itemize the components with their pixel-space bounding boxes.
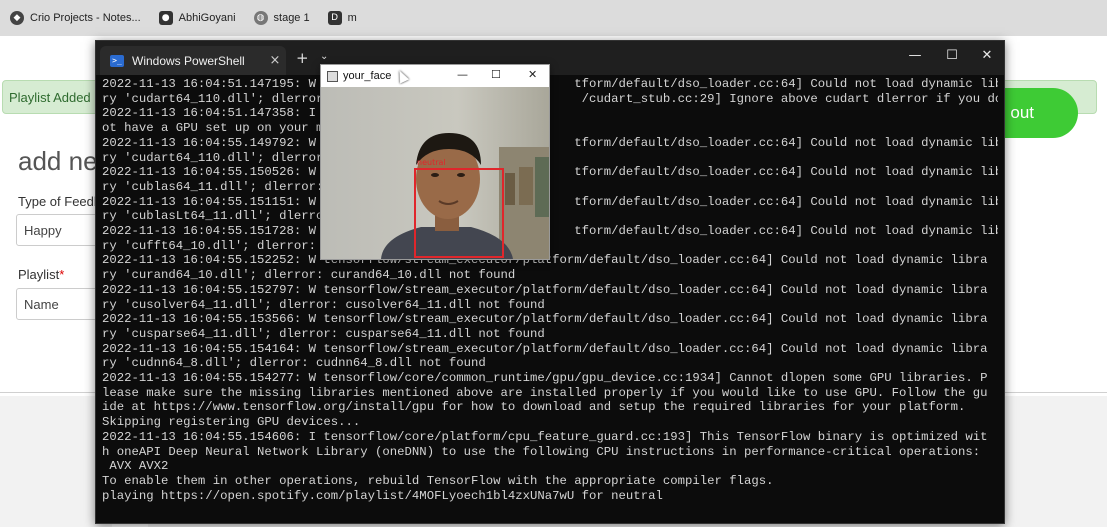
terminal-line: ide at https://www.tensorflow.org/instal… — [102, 400, 966, 415]
playlist-label: Playlist* — [18, 267, 64, 282]
terminal-line: 2022-11-13 16:04:55.151728: W tform/defa… — [102, 224, 998, 239]
app-window-icon — [327, 70, 338, 82]
terminal-line: ry 'cusolver64_11.dll'; dlerror: cusolve… — [102, 297, 545, 312]
bookmark-label: stage 1 — [273, 12, 310, 24]
feedback-type-value: Happy — [24, 223, 62, 238]
feedback-type-label: Type of Feedb — [18, 194, 102, 209]
terminal-line: ry 'cublas64_11.dll'; dlerror: — [102, 179, 324, 194]
terminal-line: h oneAPI Deep Neural Network Library (on… — [102, 444, 981, 459]
terminal-line: Skipping registering GPU devices... — [102, 415, 361, 430]
terminal-line: ry 'cudart64_110.dll'; dlerror /cudart_s… — [102, 91, 998, 106]
terminal-line: 2022-11-13 16:04:55.153566: W tensorflow… — [102, 312, 988, 327]
minimize-button[interactable]: — — [904, 48, 926, 63]
terminal-line: 2022-11-13 16:04:51.147358: I — [102, 106, 317, 121]
close-button[interactable]: ✕ — [976, 48, 998, 63]
right-panel — [1003, 166, 1107, 396]
terminal-line: ry 'cudnn64_8.dll'; dlerror: cudnn64_8.d… — [102, 356, 486, 371]
globe-icon: ◍ — [253, 11, 268, 25]
terminal-line: 2022-11-13 16:04:55.150526: W tform/defa… — [102, 165, 998, 180]
github-icon: ● — [158, 11, 173, 25]
tab-title: Windows PowerShell — [132, 53, 245, 68]
close-button[interactable]: ✕ — [528, 68, 537, 81]
terminal-line: 2022-11-13 16:04:51.147195: W tform/defa… — [102, 77, 998, 91]
logout-label: out — [1010, 103, 1034, 122]
minimize-button[interactable]: — — [457, 68, 468, 81]
tab-close-icon[interactable]: × — [264, 53, 286, 68]
terminal-line: ry 'cublasLt64_11.dll'; dlerro — [102, 209, 324, 224]
terminal-line: 2022-11-13 16:04:55.152252: W tensorflow… — [102, 253, 988, 268]
tab-windows-powershell[interactable]: >_ Windows PowerShell × — [100, 46, 286, 75]
emotion-label: neutral — [417, 158, 446, 167]
terminal-line: 2022-11-13 16:04:55.151151: W tform/defa… — [102, 194, 998, 209]
playlist-label-text: Playlist — [18, 267, 60, 282]
bookmark-label: m — [347, 12, 357, 24]
bookmark-label: AbhiGoyani — [178, 12, 236, 24]
powershell-window: >_ Windows PowerShell × + ⌄ — ☐ ✕ 2022-1… — [95, 40, 1005, 524]
playlist-name-placeholder: Name — [24, 297, 59, 312]
tab-dropdown-icon[interactable]: ⌄ — [320, 51, 328, 62]
terminal-line: 2022-11-13 16:04:55.154606: I tensorflow… — [102, 429, 988, 444]
bookmark-stage1[interactable]: ◍ stage 1 — [253, 11, 310, 25]
form-title: add ne — [18, 146, 98, 176]
d-letter-icon: D — [327, 11, 342, 25]
your-face-titlebar[interactable]: your_face — ☐ ✕ — [321, 65, 549, 87]
terminal-line: 2022-11-13 16:04:55.149792: W tform/defa… — [102, 135, 998, 150]
terminal-line: 2022-11-13 16:04:55.154164: W tensorflow… — [102, 341, 988, 356]
bookmark-abhigoyani[interactable]: ● AbhiGoyani — [158, 11, 236, 25]
new-tab-button[interactable]: + — [296, 49, 309, 67]
required-marker: * — [59, 267, 65, 282]
terminal-line: AVX AVX2 — [102, 459, 169, 474]
bookmark-label: Crio Projects - Notes... — [30, 12, 141, 24]
your-face-window: your_face — ☐ ✕ neutral — [320, 64, 550, 260]
terminal-line: ry 'cufft64_10.dll'; dlerror: — [102, 238, 317, 253]
window-title: your_face — [343, 70, 392, 82]
terminal-line: To enable them in other operations, rebu… — [102, 473, 774, 488]
terminal-line: playing https://open.spotify.com/playlis… — [102, 488, 663, 503]
terminal-line: 2022-11-13 16:04:55.154277: W tensorflow… — [102, 371, 988, 386]
bookmark-m[interactable]: D m — [327, 11, 357, 25]
bookmarks-bar: ◆ Crio Projects - Notes... ● AbhiGoyani … — [0, 0, 1107, 36]
powershell-icon: >_ — [110, 54, 124, 67]
terminal-output[interactable]: 2022-11-13 16:04:51.147195: W tform/defa… — [102, 77, 998, 517]
terminal-line: lease make sure the missing libraries me… — [102, 385, 988, 400]
terminal-line: ry 'cudart64_110.dll'; dlerror — [102, 150, 324, 165]
terminal-line: ot have a GPU set up on your m — [102, 121, 324, 136]
webcam-frame: neutral — [321, 87, 549, 259]
webcam-feed: neutral — [321, 87, 549, 259]
screen: ◆ Crio Projects - Notes... ● AbhiGoyani … — [0, 0, 1107, 527]
terminal-line: ry 'cusparse64_11.dll'; dlerror: cuspars… — [102, 326, 545, 341]
terminal-line: 2022-11-13 16:04:55.152797: W tensorflow… — [102, 282, 988, 297]
maximize-button[interactable]: ☐ — [941, 48, 963, 63]
bookmark-crio[interactable]: ◆ Crio Projects - Notes... — [10, 11, 141, 25]
powershell-titlebar[interactable]: >_ Windows PowerShell × + ⌄ — ☐ ✕ — [96, 41, 1004, 75]
alert-text: Playlist Added — [9, 90, 91, 105]
maximize-button[interactable]: ☐ — [491, 68, 501, 81]
terminal-line: ry 'curand64_10.dll'; dlerror: curand64_… — [102, 268, 516, 283]
crio-icon: ◆ — [10, 11, 24, 25]
